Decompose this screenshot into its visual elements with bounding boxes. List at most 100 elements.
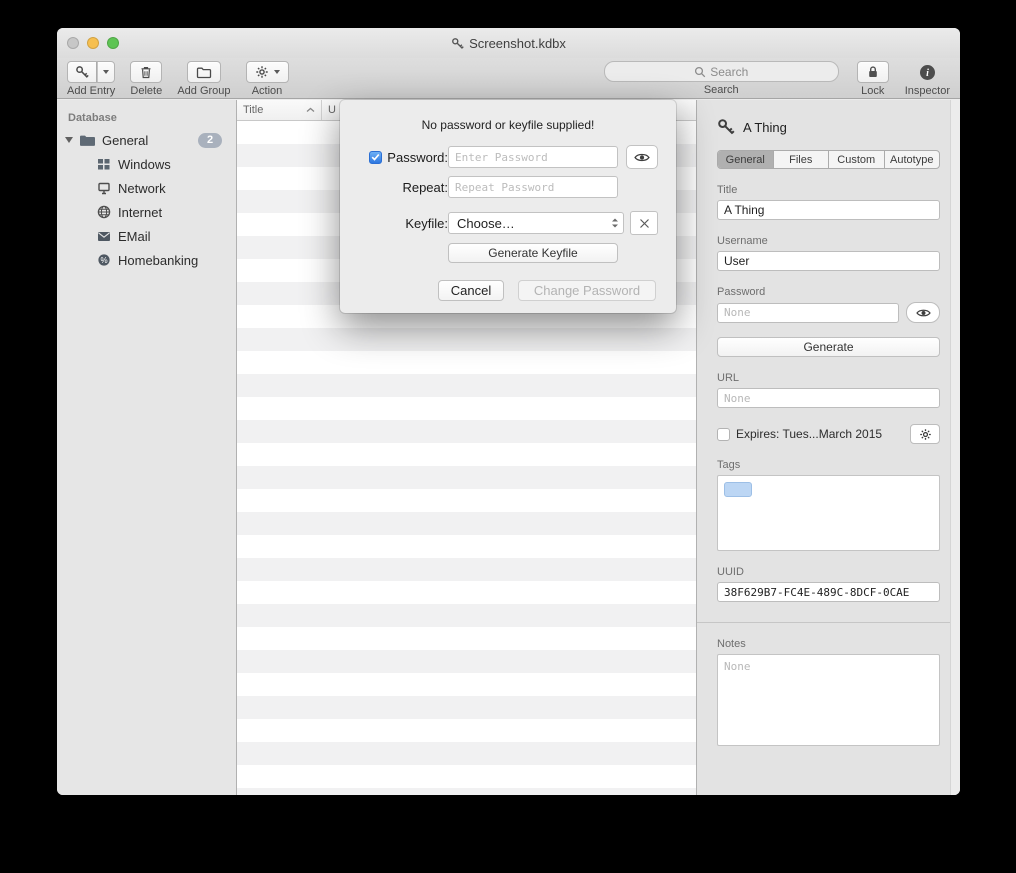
change-password-dialog: No password or keyfile supplied! Passwor… <box>340 100 676 313</box>
minimize-button[interactable] <box>87 37 99 49</box>
disclosure-triangle-icon[interactable] <box>65 137 73 143</box>
generate-keyfile-button[interactable]: Generate Keyfile <box>448 243 618 263</box>
inspector-label: Inspector <box>905 85 950 97</box>
password-label: Password <box>717 286 940 298</box>
tab-files[interactable]: Files <box>774 151 830 168</box>
add-entry-dropdown[interactable] <box>97 62 114 82</box>
sidebar-item-network[interactable]: Network <box>57 176 236 200</box>
sidebar-item-homebanking[interactable]: % Homebanking <box>57 248 236 272</box>
key-plus-icon <box>68 62 97 82</box>
expires-row: Expires: Tues...March 2015 <box>717 424 940 444</box>
url-label: URL <box>717 372 940 384</box>
inspector-button[interactable]: i <box>913 61 942 83</box>
sidebar: Database General 2 Windows Network <box>57 100 237 795</box>
add-entry-label: Add Entry <box>67 85 115 97</box>
dialog-password-input[interactable] <box>448 146 618 168</box>
traffic-lights <box>67 37 119 49</box>
info-icon: i <box>919 64 936 81</box>
keyfile-dropdown[interactable]: Choose… <box>448 212 624 234</box>
check-icon <box>371 153 380 161</box>
tab-custom[interactable]: Custom <box>829 151 885 168</box>
tag-chip[interactable] <box>724 482 752 497</box>
key-icon <box>717 118 735 136</box>
toolbar-right-group: Search Search Lock i Inspector <box>604 61 950 97</box>
url-field[interactable] <box>717 388 940 408</box>
tab-general[interactable]: General <box>718 151 774 168</box>
delete-button[interactable] <box>130 61 162 83</box>
sidebar-item-internet[interactable]: Internet <box>57 200 236 224</box>
column-header-username[interactable]: U <box>322 100 342 120</box>
dialog-password-labelcell: Password: <box>360 150 448 165</box>
inspector-tabs: General Files Custom Autotype <box>717 150 940 169</box>
toolbar-delete: Delete <box>130 61 162 97</box>
clear-keyfile-button[interactable] <box>630 211 658 235</box>
sidebar-item-label: Homebanking <box>118 253 198 268</box>
search-placeholder: Search <box>710 65 748 79</box>
username-field[interactable] <box>717 251 940 271</box>
eye-icon <box>916 308 931 318</box>
tab-autotype[interactable]: Autotype <box>885 151 940 168</box>
password-field[interactable] <box>717 303 899 323</box>
delete-label: Delete <box>130 85 162 97</box>
chevron-down-icon <box>274 70 280 74</box>
column-header-title[interactable]: Title <box>237 100 322 120</box>
lock-button[interactable] <box>857 61 889 83</box>
close-button[interactable] <box>67 37 79 49</box>
key-icon <box>451 37 464 50</box>
dialog-password-row: Password: <box>340 145 676 169</box>
title-field[interactable] <box>717 200 940 220</box>
trash-icon <box>139 65 153 80</box>
sidebar-group-label: General <box>102 133 148 148</box>
stepper-icon <box>611 217 619 229</box>
homebanking-icon: % <box>97 253 111 267</box>
dialog-buttons: Cancel Change Password <box>340 280 676 301</box>
window-title: Screenshot.kdbx <box>469 36 566 51</box>
cancel-button[interactable]: Cancel <box>438 280 504 301</box>
search-input[interactable]: Search <box>604 61 839 82</box>
uuid-label: UUID <box>717 566 940 578</box>
dialog-repeat-label: Repeat: <box>360 180 448 195</box>
sidebar-group-badge: 2 <box>198 133 222 148</box>
inspector-entry-header: A Thing <box>717 118 940 136</box>
sidebar-item-label: Internet <box>118 205 162 220</box>
toolbar-add-group: Add Group <box>177 61 230 97</box>
sidebar-item-label: EMail <box>118 229 151 244</box>
inspector-scrollbar[interactable] <box>950 100 960 795</box>
uuid-field[interactable] <box>717 582 940 602</box>
add-group-button[interactable] <box>187 61 221 83</box>
sidebar-item-windows[interactable]: Windows <box>57 152 236 176</box>
password-checkbox[interactable] <box>369 151 382 164</box>
zoom-button[interactable] <box>107 37 119 49</box>
toolbar-action: Action <box>246 61 289 97</box>
dialog-repeat-row: Repeat: <box>340 176 676 198</box>
dialog-generate-keyfile-row: Generate Keyfile <box>340 243 676 263</box>
lock-icon <box>866 65 880 79</box>
dialog-show-password-button[interactable] <box>626 145 658 169</box>
notes-field[interactable]: None <box>717 654 940 746</box>
expires-settings-button[interactable] <box>910 424 940 444</box>
add-entry-button[interactable] <box>67 61 115 83</box>
dialog-message: No password or keyfile supplied! <box>340 118 676 132</box>
titlebar: Screenshot.kdbx <box>57 28 960 58</box>
change-password-button[interactable]: Change Password <box>518 280 656 301</box>
tags-field[interactable] <box>717 475 940 551</box>
show-password-button[interactable] <box>906 302 940 323</box>
sidebar-item-label: Network <box>118 181 166 196</box>
toolbar-add-entry: Add Entry <box>67 61 115 97</box>
screen: Screenshot.kdbx Add Entry Delete <box>0 0 1016 873</box>
gear-icon <box>255 65 269 79</box>
inspector-divider <box>697 622 960 623</box>
window-title-group: Screenshot.kdbx <box>451 36 566 51</box>
svg-text:%: % <box>100 256 107 265</box>
generate-password-button[interactable]: Generate <box>717 337 940 357</box>
app-window: Screenshot.kdbx Add Entry Delete <box>57 28 960 795</box>
network-icon <box>97 182 111 195</box>
dialog-repeat-input[interactable] <box>448 176 618 198</box>
eye-icon <box>634 152 650 163</box>
expires-checkbox[interactable] <box>717 428 730 441</box>
sidebar-header: Database <box>57 110 236 128</box>
sidebar-item-email[interactable]: EMail <box>57 224 236 248</box>
action-button[interactable] <box>246 61 289 83</box>
search-icon <box>694 66 706 78</box>
sidebar-group-general[interactable]: General 2 <box>57 128 236 152</box>
